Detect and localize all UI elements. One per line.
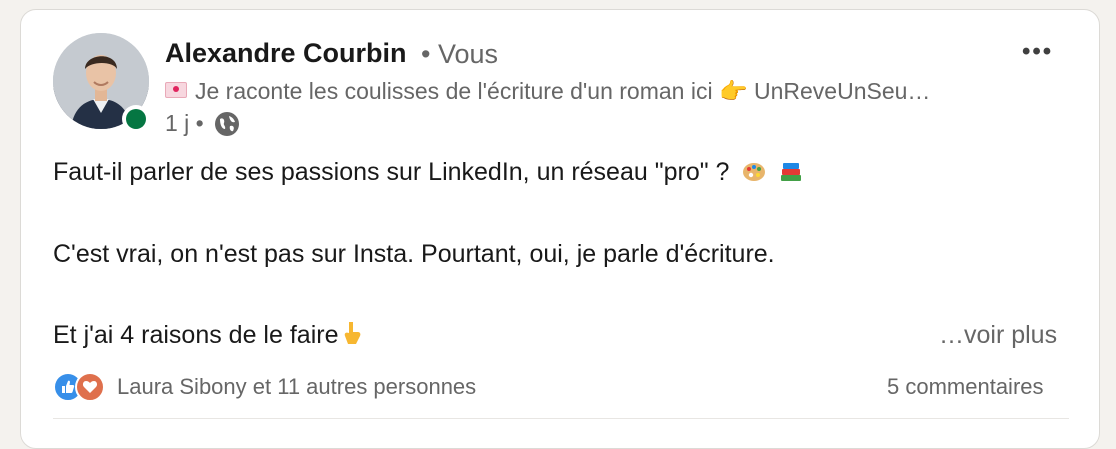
post-line-2: C'est vrai, on n'est pas sur Insta. Pour…	[53, 240, 775, 268]
books-emoji-icon	[779, 159, 803, 183]
pointing-down-emoji-icon	[340, 320, 364, 344]
author-relation: • Vous	[421, 39, 499, 69]
online-dot	[126, 109, 146, 129]
author-headline[interactable]: Je raconte les coulisses de l'écriture d…	[165, 78, 1005, 105]
palette-emoji-icon	[742, 159, 766, 183]
post-card: Alexandre Courbin • Vous ••• Je raconte …	[20, 9, 1100, 449]
post-meta: 1 j •	[165, 110, 240, 143]
post-line-1-text: Faut-il parler de ses passions sur Linke…	[53, 158, 730, 186]
post-line-1: Faut-il parler de ses passions sur Linke…	[53, 158, 803, 187]
comments-count[interactable]: 5 commentaires	[887, 374, 1044, 400]
divider	[53, 418, 1069, 419]
more-icon[interactable]: •••	[1022, 38, 1053, 66]
headline-text: Je raconte les coulisses de l'écriture d…	[195, 78, 931, 104]
post-line-3: Et j'ai 4 raisons de le faire	[53, 320, 364, 350]
globe-icon	[214, 111, 240, 143]
love-letter-icon	[165, 82, 187, 98]
author-name[interactable]: Alexandre Courbin	[165, 38, 407, 69]
love-reaction-icon	[75, 372, 105, 402]
post-line-3-text: Et j'ai 4 raisons de le faire	[53, 321, 339, 349]
online-status-indicator	[122, 105, 150, 133]
reaction-icons[interactable]	[53, 372, 113, 402]
see-more-link[interactable]: …voir plus	[939, 321, 1057, 350]
post-time: 1 j •	[165, 110, 204, 136]
reactions-summary[interactable]: Laura Sibony et 11 autres personnes	[117, 374, 476, 400]
